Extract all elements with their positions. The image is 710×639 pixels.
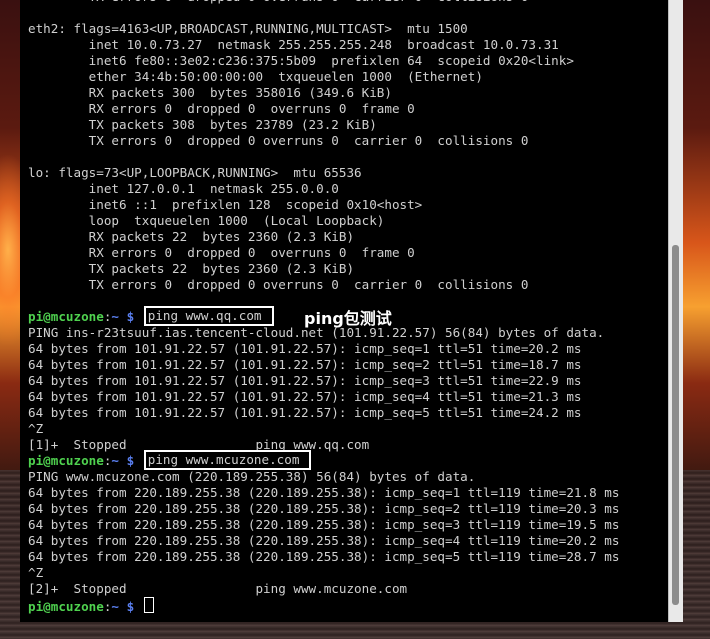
terminal-line: eth2: flags=4163<UP,BROADCAST,RUNNING,MU… bbox=[28, 21, 468, 36]
prompt-user: pi@mcuzone bbox=[28, 453, 104, 468]
terminal-line: [1]+ Stopped ping www.qq.com bbox=[28, 437, 370, 452]
prompt-user: pi@mcuzone bbox=[28, 309, 104, 324]
terminal-line: 64 bytes from 220.189.255.38 (220.189.25… bbox=[28, 533, 620, 548]
terminal-line: RX errors 0 dropped 0 overruns 0 frame 0 bbox=[28, 245, 415, 260]
prompt-symbol: $ bbox=[119, 309, 142, 324]
terminal-line: ether 34:4b:50:00:00:00 txqueuelen 1000 … bbox=[28, 69, 483, 84]
terminal-line: ^Z bbox=[28, 421, 44, 436]
wallpaper-right-strip bbox=[683, 0, 710, 639]
terminal-line: TX packets 308 bytes 23789 (23.2 KiB) bbox=[28, 117, 377, 132]
terminal-line: 64 bytes from 101.91.22.57 (101.91.22.57… bbox=[28, 389, 582, 404]
shell-prompt-line: pi@mcuzone:~ $ ping www.mcuzone.com bbox=[28, 450, 619, 470]
terminal-line: 64 bytes from 220.189.255.38 (220.189.25… bbox=[28, 501, 620, 516]
terminal-line: RX packets 300 bytes 358016 (349.6 KiB) bbox=[28, 85, 392, 100]
terminal-line: RX errors 0 dropped 0 overruns 0 frame 0 bbox=[28, 101, 415, 116]
terminal-line: lo: flags=73<UP,LOOPBACK,RUNNING> mtu 65… bbox=[28, 165, 362, 180]
terminal-line: 64 bytes from 101.91.22.57 (101.91.22.57… bbox=[28, 357, 582, 372]
terminal-line: TX packets 22 bytes 2360 (2.3 KiB) bbox=[28, 261, 355, 276]
terminal-line: [2]+ Stopped ping www.mcuzone.com bbox=[28, 581, 408, 596]
shell-prompt-line: pi@mcuzone:~ $ bbox=[28, 597, 619, 614]
prompt-symbol: $ bbox=[119, 453, 142, 468]
prompt-user: pi@mcuzone bbox=[28, 599, 104, 614]
prompt-path: ~ bbox=[111, 599, 120, 614]
terminal-line: inet 127.0.0.1 netmask 255.0.0.0 bbox=[28, 181, 339, 196]
terminal-line: 64 bytes from 101.91.22.57 (101.91.22.57… bbox=[28, 405, 582, 420]
highlighted-command[interactable]: ping www.qq.com bbox=[143, 306, 274, 326]
terminal-scrollbar[interactable] bbox=[668, 0, 683, 622]
terminal-line: inet6 fe80::3e02:c236:375:5b09 prefixlen… bbox=[28, 53, 574, 68]
ping-test-annotation: ping包测试 bbox=[304, 309, 392, 328]
prompt-symbol: $ bbox=[119, 599, 142, 614]
terminal-line: RX packets 22 bytes 2360 (2.3 KiB) bbox=[28, 229, 355, 244]
terminal-line: PING www.mcuzone.com (220.189.255.38) 56… bbox=[28, 469, 476, 484]
terminal-line: 64 bytes from 220.189.255.38 (220.189.25… bbox=[28, 549, 620, 564]
terminal-line: 64 bytes from 101.91.22.57 (101.91.22.57… bbox=[28, 373, 582, 388]
prompt-path: ~ bbox=[111, 453, 120, 468]
terminal-line: 64 bytes from 220.189.255.38 (220.189.25… bbox=[28, 517, 620, 532]
terminal-line: loop txqueuelen 1000 (Local Loopback) bbox=[28, 213, 385, 228]
terminal-line: inet6 ::1 prefixlen 128 scopeid 0x10<hos… bbox=[28, 197, 423, 212]
prompt-path: ~ bbox=[111, 309, 120, 324]
terminal-line: 64 bytes from 220.189.255.38 (220.189.25… bbox=[28, 485, 620, 500]
terminal-line: TX errors 0 dropped 0 overruns 0 carrier… bbox=[28, 133, 529, 148]
terminal-line: ^Z bbox=[28, 565, 44, 580]
scrollbar-thumb[interactable] bbox=[672, 245, 679, 605]
highlighted-command[interactable]: ping www.mcuzone.com bbox=[143, 450, 312, 470]
terminal-line: TX errors 0 dropped 0 overruns 0 carrier… bbox=[28, 277, 529, 292]
terminal-line: inet 10.0.73.27 netmask 255.255.255.248 … bbox=[28, 37, 559, 52]
text-cursor[interactable] bbox=[143, 597, 154, 613]
terminal-line: 64 bytes from 101.91.22.57 (101.91.22.57… bbox=[28, 341, 582, 356]
